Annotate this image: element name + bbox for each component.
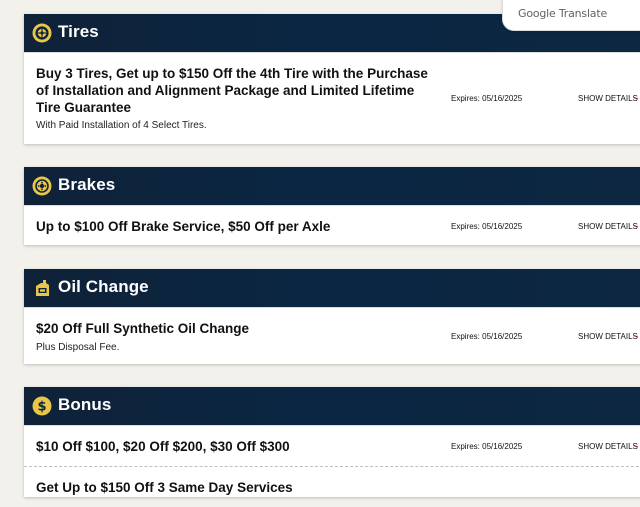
section-brakes: Brakes Up to $100 Off Brake Service, $50… — [24, 167, 640, 245]
show-details-button[interactable]: SHOW DETAILS — [578, 442, 638, 451]
show-details-button[interactable]: SHOW DETAILS — [578, 222, 638, 231]
offer-subtitle: With Paid Installation of 4 Select Tires… — [36, 120, 207, 131]
offer-expires: Expires: 05/16/2025 — [451, 332, 523, 341]
section-title-brakes: Brakes — [58, 175, 116, 194]
section-title-tires: Tires — [58, 22, 99, 41]
oil-bottle-icon — [36, 280, 49, 296]
section-tires: Tires Buy 3 Tires, Get up to $150 Off th… — [24, 14, 640, 144]
arrow-right-icon[interactable]: → — [632, 441, 640, 450]
brake-icon — [32, 176, 52, 196]
section-oil-change: Oil Change $20 Off Full Synthetic Oil Ch… — [24, 269, 640, 364]
offer-expires: Expires: 05/16/2025 — [451, 222, 523, 231]
tire-icon — [32, 23, 52, 43]
offer-subtitle: Plus Disposal Fee. — [36, 342, 120, 353]
show-details-button[interactable]: SHOW DETAILS — [578, 94, 638, 103]
arrow-right-icon[interactable]: → — [632, 331, 640, 340]
show-details-button[interactable]: SHOW DETAILS — [578, 332, 638, 341]
section-title-bonus: Bonus — [58, 395, 112, 414]
section-bonus: $ Bonus $10 Off $100, $20 Off $200, $30 … — [24, 387, 640, 497]
offer-row-oil-1[interactable]: $20 Off Full Synthetic Oil Change Plus D… — [24, 307, 640, 365]
offer-title: $20 Off Full Synthetic Oil Change — [36, 321, 250, 336]
offer-row-bonus-2[interactable]: Get Up to $150 Off 3 Same Day Services — [24, 466, 640, 507]
google-translate-label: Google Translate — [518, 7, 608, 20]
offer-title: $10 Off $100, $20 Off $200, $30 Off $300 — [36, 439, 290, 454]
section-header-brakes: Brakes — [24, 167, 640, 205]
dollar-coin-icon: $ — [32, 396, 52, 416]
offer-expires: Expires: 05/16/2025 — [451, 442, 523, 451]
offer-title: Buy 3 Tires, Get up to $150 Off the 4th … — [36, 66, 428, 115]
arrow-right-icon[interactable]: → — [632, 221, 640, 230]
offer-row-bonus-1[interactable]: $10 Off $100, $20 Off $200, $30 Off $300… — [24, 425, 640, 466]
offer-title: Get Up to $150 Off 3 Same Day Services — [36, 480, 293, 495]
svg-text:$: $ — [37, 400, 46, 415]
section-title-oil-change: Oil Change — [58, 277, 149, 296]
section-header-oil-change: Oil Change — [24, 269, 640, 307]
offer-row-brakes-1[interactable]: Up to $100 Off Brake Service, $50 Off pe… — [24, 205, 640, 246]
offer-row-tires-1[interactable]: Buy 3 Tires, Get up to $150 Off the 4th … — [24, 52, 640, 145]
section-header-bonus: $ Bonus — [24, 387, 640, 425]
google-translate-badge[interactable]: Google Translate — [502, 0, 640, 31]
arrow-right-icon[interactable]: → — [632, 93, 640, 102]
offer-expires: Expires: 05/16/2025 — [451, 94, 523, 103]
offer-title: Up to $100 Off Brake Service, $50 Off pe… — [36, 219, 331, 234]
